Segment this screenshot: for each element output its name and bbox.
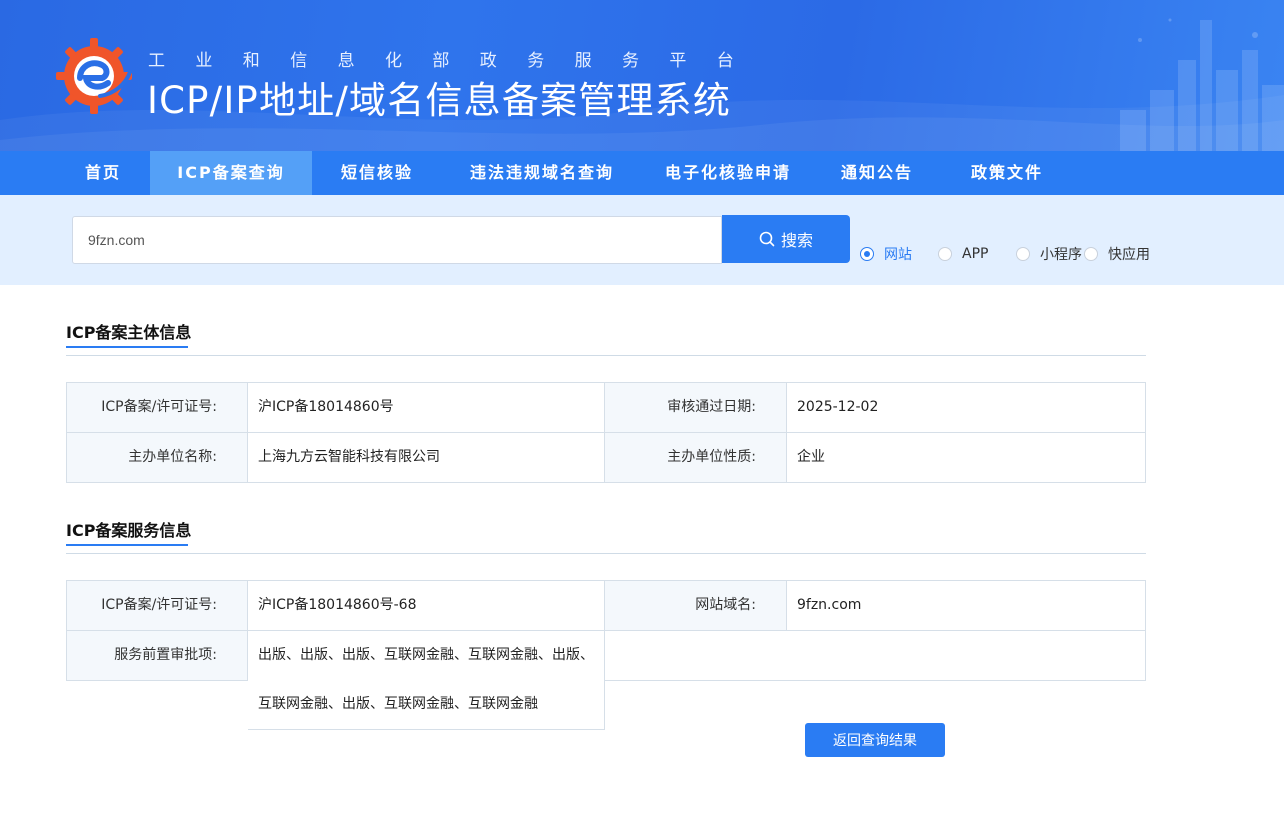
nav-item-sms-verify[interactable]: 短信核验 bbox=[312, 151, 442, 195]
nav-item-electronic-verify[interactable]: 电子化核验申请 bbox=[642, 151, 814, 195]
header-subtitle: 工业和信息化部政务服务平台 bbox=[148, 51, 765, 71]
radio-unchecked-icon bbox=[938, 247, 952, 261]
subject-license-value: 沪ICP备18014860号 bbox=[248, 383, 605, 433]
pre-approval-label: 服务前置审批项: bbox=[67, 631, 248, 681]
main-navigation: 首页 ICP备案查询 短信核验 违法违规域名查询 电子化核验申请 通知公告 政策… bbox=[0, 151, 1284, 195]
search-area: 搜索 网站 APP 小程序 快应用 bbox=[0, 195, 1284, 285]
search-type-group: 网站 APP 小程序 快应用 bbox=[860, 244, 1164, 264]
site-header: 工业和信息化部政务服务平台 ICP/IP地址/域名信息备案管理系统 bbox=[0, 0, 1284, 151]
back-to-results-button[interactable]: 返回查询结果 bbox=[805, 723, 945, 757]
nav-item-illegal-domain-query[interactable]: 违法违规域名查询 bbox=[442, 151, 642, 195]
section-divider bbox=[66, 355, 1146, 356]
radio-quick-app-label: 快应用 bbox=[1108, 247, 1150, 263]
subject-info-title: ICP备案主体信息 bbox=[66, 323, 192, 342]
organizer-nature-value: 企业 bbox=[787, 433, 1146, 483]
radio-mini-program-label: 小程序 bbox=[1040, 247, 1082, 263]
empty-cell bbox=[605, 631, 1146, 681]
search-input[interactable] bbox=[72, 216, 722, 264]
website-domain-label: 网站域名: bbox=[605, 581, 787, 631]
search-button-label: 搜索 bbox=[780, 233, 813, 250]
radio-website-label: 网站 bbox=[884, 247, 912, 263]
radio-app[interactable]: APP bbox=[938, 246, 1006, 262]
radio-app-label: APP bbox=[962, 246, 989, 262]
nav-item-notices[interactable]: 通知公告 bbox=[814, 151, 940, 195]
radio-checked-icon bbox=[860, 247, 874, 261]
pre-approval-value-line1: 出版、出版、出版、互联网金融、互联网金融、出版、 bbox=[248, 631, 605, 681]
search-icon bbox=[759, 231, 775, 247]
nav-item-policy-docs[interactable]: 政策文件 bbox=[940, 151, 1074, 195]
search-button[interactable]: 搜索 bbox=[722, 215, 850, 263]
organizer-nature-label: 主办单位性质: bbox=[605, 433, 787, 483]
subject-license-label: ICP备案/许可证号: bbox=[67, 383, 248, 433]
approval-date-value: 2025-12-02 bbox=[787, 383, 1146, 433]
organizer-name-label: 主办单位名称: bbox=[67, 433, 248, 483]
section-title-underline bbox=[66, 544, 188, 546]
approval-date-label: 审核通过日期: bbox=[605, 383, 787, 433]
organizer-name-value: 上海九方云智能科技有限公司 bbox=[248, 433, 605, 483]
section-divider bbox=[66, 553, 1146, 554]
pre-approval-value-line2: 互联网金融、出版、互联网金融、互联网金融 bbox=[248, 680, 605, 730]
miit-logo bbox=[56, 38, 132, 114]
radio-unchecked-icon bbox=[1084, 247, 1098, 261]
service-info-title: ICP备案服务信息 bbox=[66, 521, 192, 540]
radio-website[interactable]: 网站 bbox=[860, 244, 928, 264]
radio-quick-app[interactable]: 快应用 bbox=[1084, 244, 1154, 264]
nav-item-home[interactable]: 首页 bbox=[0, 151, 150, 195]
header-title: ICP/IP地址/域名信息备案管理系统 bbox=[147, 79, 732, 122]
website-domain-value: 9fzn.com bbox=[787, 581, 1146, 631]
service-license-value: 沪ICP备18014860号-68 bbox=[248, 581, 605, 631]
radio-mini-program[interactable]: 小程序 bbox=[1016, 244, 1084, 264]
nav-item-icp-query[interactable]: ICP备案查询 bbox=[150, 151, 312, 195]
service-license-label: ICP备案/许可证号: bbox=[67, 581, 248, 631]
radio-unchecked-icon bbox=[1016, 247, 1030, 261]
section-title-underline bbox=[66, 346, 188, 348]
